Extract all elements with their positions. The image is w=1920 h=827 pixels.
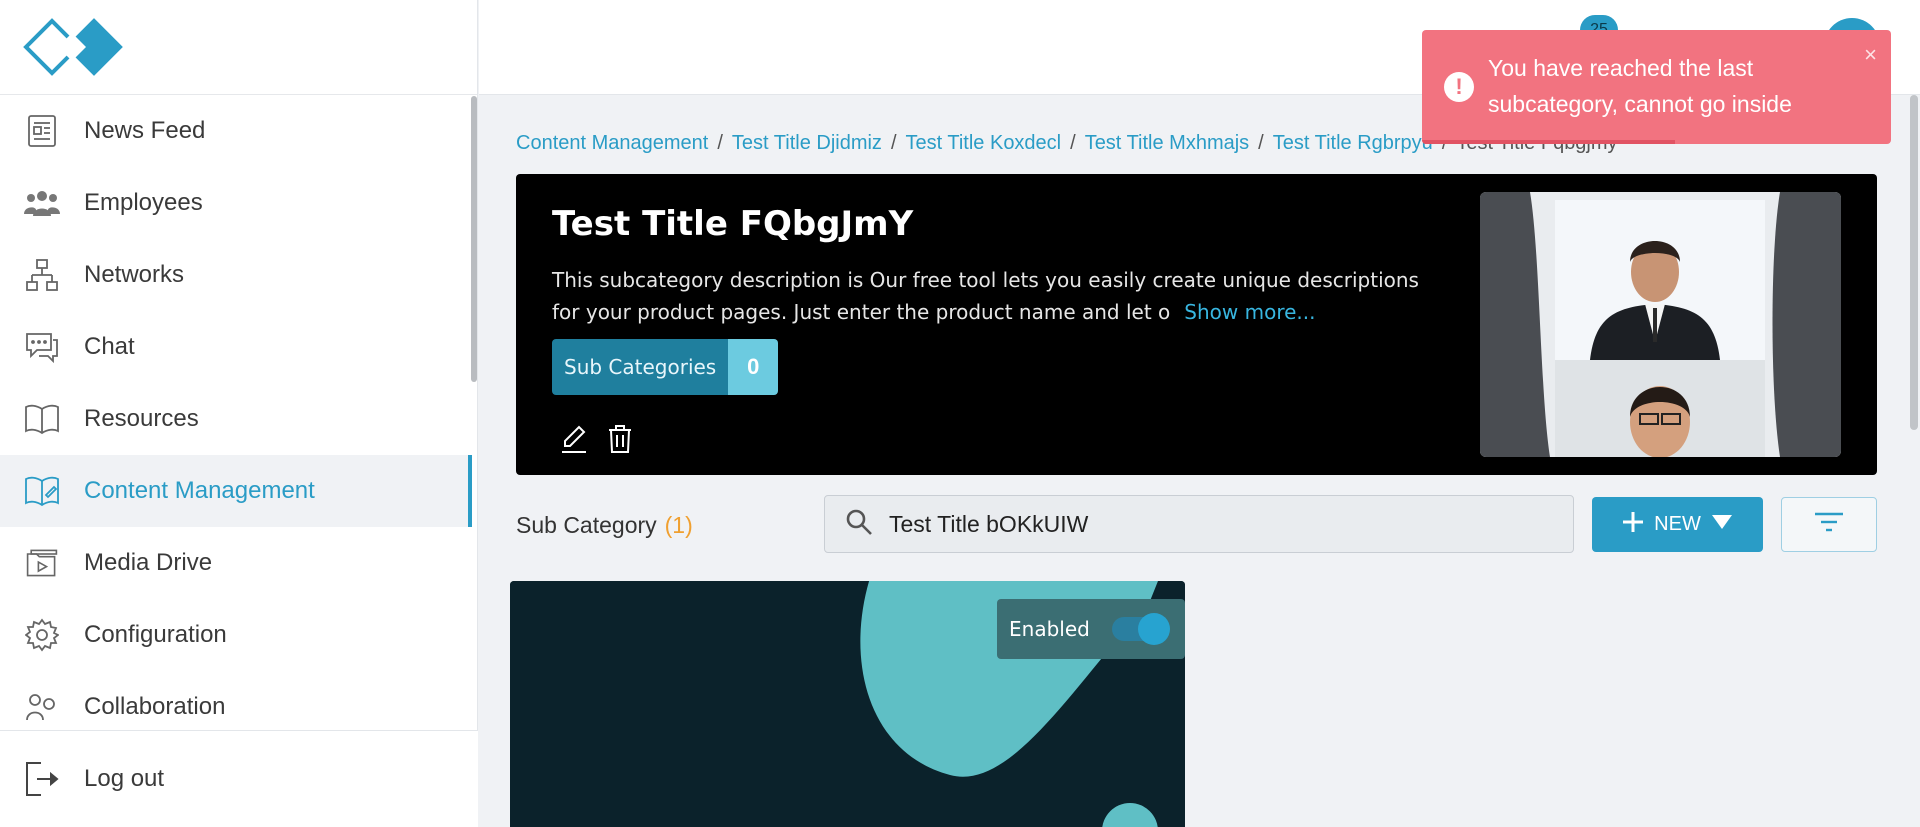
newspaper-icon (24, 113, 60, 149)
logo-area (0, 0, 477, 95)
sidebar-item-resources[interactable]: Resources (0, 383, 472, 455)
logout-button[interactable]: Log out (0, 730, 478, 827)
sidebar-item-content-management[interactable]: Content Management (0, 455, 472, 527)
sub-categories-button[interactable]: Sub Categories 0 (552, 339, 779, 395)
content-book-icon (24, 473, 60, 509)
sidebar-item-label: Employees (84, 189, 203, 216)
breadcrumb-separator: / (717, 132, 723, 154)
subcategory-count: (1) (664, 512, 693, 538)
inlynk-logo[interactable] (22, 16, 126, 78)
subcategory-card[interactable]: Enabled (510, 581, 1185, 827)
banner-tools (560, 424, 634, 454)
error-toast: ! You have reached the last subcategory,… (1422, 30, 1891, 144)
sidebar-item-label: Media Drive (84, 549, 213, 576)
search-icon (845, 508, 873, 541)
subcategory-heading: Sub Category (1) (516, 512, 693, 539)
sidebar-item-label: Networks (84, 261, 185, 288)
enabled-toggle[interactable] (1111, 613, 1170, 645)
logout-label: Log out (84, 765, 165, 792)
sub-categories-count: 0 (728, 339, 779, 395)
new-button[interactable]: NEW (1592, 497, 1763, 552)
page-scrollbar[interactable] (1910, 95, 1918, 430)
network-icon (24, 257, 60, 293)
sub-categories-label: Sub Categories (552, 339, 729, 395)
page-title: Test Title FQbgJmY (552, 204, 914, 244)
subcategory-heading-text: Sub Category (516, 512, 657, 538)
book-icon (24, 401, 60, 437)
sidebar: News Feed Employees Networks Chat Resour… (0, 0, 478, 827)
logout-icon (24, 761, 60, 797)
sidebar-item-chat[interactable]: Chat (0, 311, 472, 383)
toast-message: You have reached the last subcategory, c… (1488, 55, 1792, 117)
filter-icon (1814, 511, 1844, 538)
edit-icon[interactable] (560, 424, 588, 454)
breadcrumb-item[interactable]: Test Title Djidmiz (732, 132, 882, 155)
sidebar-nav: News Feed Employees Networks Chat Resour… (0, 95, 472, 730)
sidebar-item-label: Configuration (84, 621, 227, 648)
sidebar-item-media-drive[interactable]: Media Drive (0, 527, 472, 599)
caret-down-icon (1711, 513, 1733, 536)
toggle-knob (1137, 613, 1170, 645)
enabled-label: Enabled (1009, 617, 1090, 641)
sidebar-item-label: Chat (84, 333, 135, 360)
sidebar-item-networks[interactable]: Networks (0, 239, 472, 311)
sidebar-item-label: News Feed (84, 117, 206, 144)
sidebar-item-label: Content Management (84, 477, 315, 504)
collaboration-icon (24, 689, 60, 725)
sidebar-item-news-feed[interactable]: News Feed (0, 95, 472, 167)
media-drive-icon (24, 545, 60, 581)
breadcrumb-item[interactable]: Test Title Rgbrpyu (1273, 132, 1433, 155)
sidebar-item-label: Resources (84, 405, 199, 432)
sidebar-item-employees[interactable]: Employees (0, 167, 472, 239)
breadcrumb-separator: / (1070, 132, 1076, 154)
sidebar-item-configuration[interactable]: Configuration (0, 599, 472, 671)
filter-button[interactable] (1781, 497, 1877, 552)
subcategory-banner: Test Title FQbgJmY This subcategory desc… (516, 174, 1877, 475)
show-more-link[interactable]: Show more... (1184, 300, 1315, 324)
search-input[interactable] (889, 510, 1539, 538)
sidebar-scrollbar[interactable] (471, 96, 477, 382)
sidebar-item-collaboration[interactable]: Collaboration (0, 671, 472, 730)
breadcrumb-item[interactable]: Test Title Koxdecl (906, 132, 1062, 155)
alert-icon: ! (1444, 72, 1474, 102)
close-icon[interactable]: × (1864, 42, 1877, 68)
toast-progress-bar (1422, 140, 1675, 144)
breadcrumb-item[interactable]: Test Title Mxhmajs (1085, 132, 1249, 155)
banner-image (1480, 192, 1841, 457)
plus-icon (1622, 511, 1644, 539)
breadcrumb-separator: / (1258, 132, 1264, 154)
sidebar-item-label: Collaboration (84, 693, 226, 720)
breadcrumb-item[interactable]: Content Management (516, 132, 708, 155)
enabled-toggle-container: Enabled (997, 599, 1185, 659)
new-button-label: NEW (1654, 513, 1701, 535)
search-box (824, 495, 1574, 553)
gear-icon (24, 617, 60, 653)
banner-description: This subcategory description is Our free… (552, 264, 1452, 328)
users-icon (24, 185, 60, 221)
trash-icon[interactable] (606, 424, 634, 454)
breadcrumb-separator: / (890, 132, 897, 154)
chat-icon (24, 329, 60, 365)
